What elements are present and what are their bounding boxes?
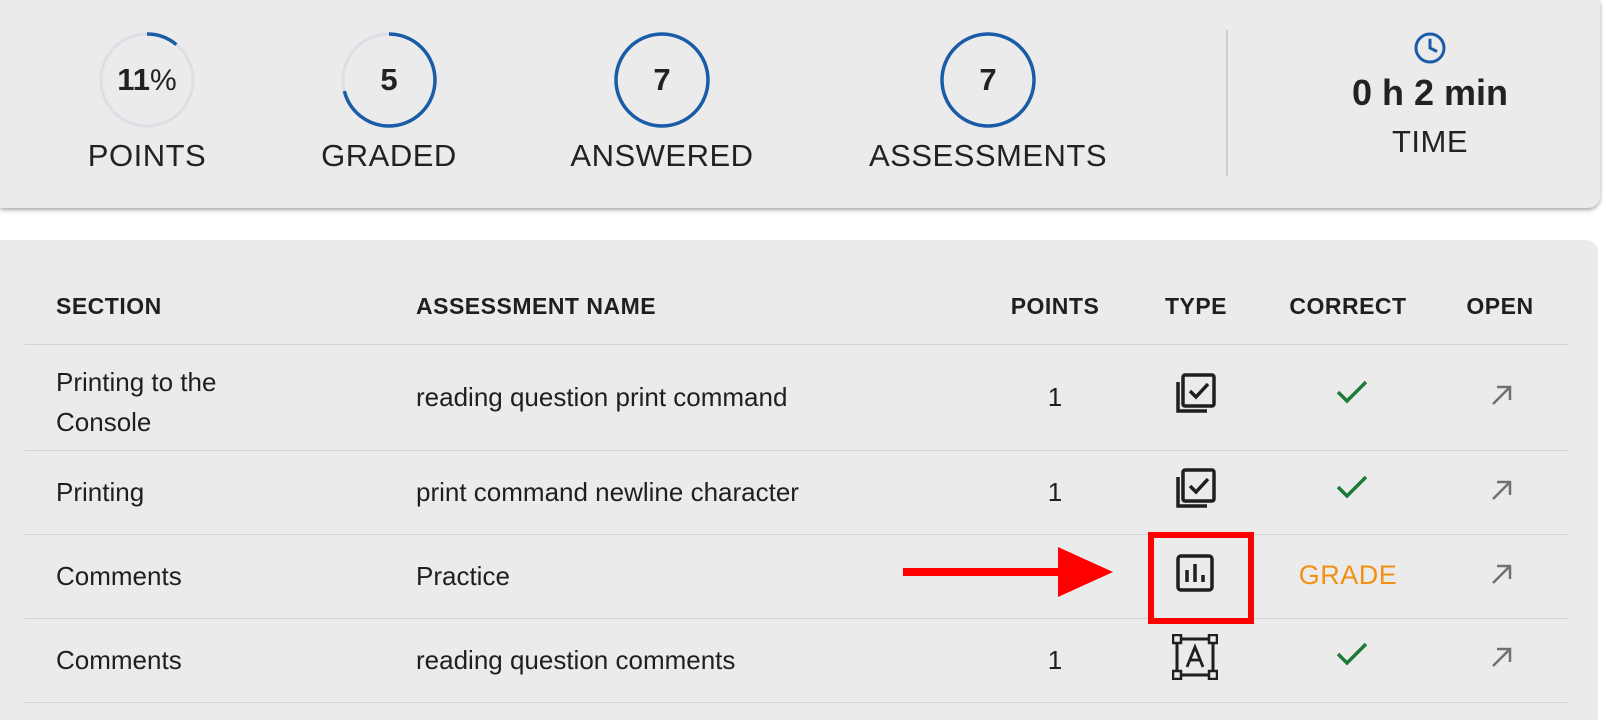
annotation-arrow-icon [903, 544, 1113, 605]
points-value: 11% [117, 62, 177, 97]
answered-progress-ring: 7 [610, 28, 714, 132]
row-divider [25, 344, 1568, 345]
graded-value: 5 [380, 62, 398, 97]
open-arrow-icon[interactable] [1490, 645, 1514, 674]
stats-divider [1226, 30, 1228, 176]
row-assessment-name: reading question print command [416, 382, 788, 412]
open-arrow-icon[interactable] [1490, 478, 1514, 507]
header-points[interactable]: POINTS [995, 293, 1115, 320]
graded-stat: 5 GRADED [259, 28, 519, 174]
graded-label: GRADED [321, 138, 457, 173]
row-points: 1 [1047, 645, 1063, 675]
points-label: POINTS [87, 138, 207, 173]
assessments-stat: 7 ASSESSMENTS [858, 28, 1118, 174]
header-type[interactable]: TYPE [1136, 293, 1256, 320]
assessments-table: SECTION ASSESSMENT NAME POINTS TYPE CORR… [0, 240, 1598, 720]
row-points: 1 [1047, 382, 1063, 412]
check-icon [1335, 473, 1369, 506]
row-divider [25, 450, 1568, 451]
time-value: 0 h 2 min [1351, 72, 1509, 113]
row-section: Comments [56, 645, 182, 675]
row-points: 1 [1047, 477, 1063, 507]
clock-icon [1412, 30, 1448, 66]
assessments-progress-ring: 7 [936, 28, 1040, 132]
row-section: Printing [56, 477, 145, 507]
time-label: TIME [1391, 124, 1469, 159]
grade-link[interactable]: GRADE [1268, 560, 1428, 591]
header-section[interactable]: SECTION [56, 293, 162, 320]
annotation-highlight-box [1148, 532, 1254, 624]
time-stat: 0 h 2 min TIME [1300, 30, 1560, 160]
points-progress-ring: 11% [95, 28, 199, 132]
answered-label: ANSWERED [570, 138, 754, 173]
header-assessment-name[interactable]: ASSESSMENT NAME [416, 293, 656, 320]
graded-progress-ring: 5 [337, 28, 441, 132]
open-arrow-icon[interactable] [1490, 562, 1514, 591]
multiple-choice-icon [1174, 468, 1216, 515]
row-assessment-name: reading question comments [416, 645, 736, 675]
answered-stat: 7 ANSWERED [532, 28, 792, 174]
open-arrow-icon[interactable] [1490, 383, 1514, 412]
row-section: Comments [56, 561, 182, 591]
row-divider [25, 534, 1568, 535]
answered-value: 7 [653, 62, 671, 97]
assessments-value: 7 [979, 62, 997, 97]
check-icon [1335, 640, 1369, 673]
row-divider [25, 702, 1568, 703]
assessments-label: ASSESSMENTS [868, 138, 1108, 173]
summary-stats-card: 11% POINTS 5 GRADED 7 ANSWERED 7 ASSESSM… [0, 0, 1600, 208]
row-divider [25, 618, 1568, 619]
row-assessment-name: print command newline character [416, 477, 799, 507]
points-stat: 11% POINTS [17, 28, 277, 174]
text-field-icon [1171, 633, 1219, 685]
header-correct[interactable]: CORRECT [1268, 293, 1428, 320]
multiple-choice-icon [1174, 373, 1216, 420]
header-open[interactable]: OPEN [1440, 293, 1560, 320]
row-section: Printing to the Console [56, 367, 217, 437]
check-icon [1335, 378, 1369, 411]
row-assessment-name: Practice [416, 561, 510, 591]
